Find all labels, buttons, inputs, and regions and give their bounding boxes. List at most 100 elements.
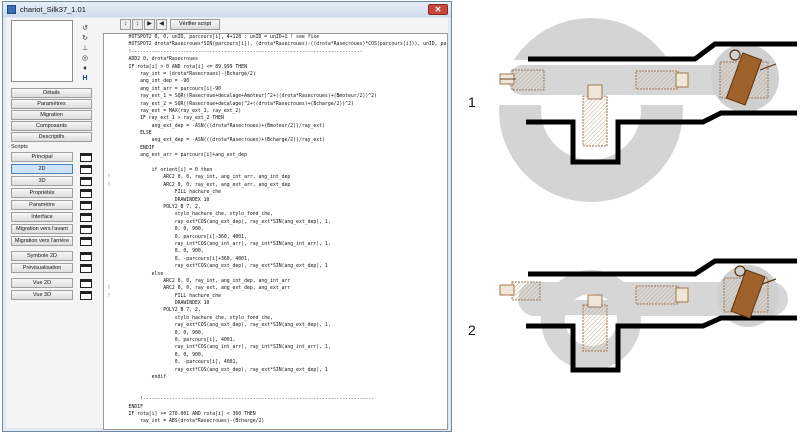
code-line[interactable]: ELSE [117,130,447,137]
code-line[interactable]: IF rota[i] >= 270.001 AND rota[i] < 360 … [117,411,447,418]
editor-window-icon[interactable] [80,225,92,234]
code-line[interactable]: IF ray_ext_1 > ray_ext_2 THEN [117,115,447,122]
editor-window-icon[interactable] [80,201,92,210]
code-editor[interactable]: ! ! ! ! HOTSPOT2 0, 0, unID, parcours[i]… [103,33,448,430]
code-line[interactable]: ray_int = ABS(drota*Rasecroues)-(Bcharge… [117,418,447,425]
code-line[interactable]: ang_ext_arr = parcours[i]+ang_ext_dep [117,152,447,159]
script-row-forward-migration[interactable]: Migration vers l'avant [11,224,92,235]
code-line[interactable]: ENDIF [117,145,447,152]
code-line[interactable]: 0, parcours[i], 4001, [117,337,447,344]
rotate-right-icon[interactable]: ↻ [79,34,91,44]
verify-script-button[interactable]: Vérifier script [170,19,220,30]
code-line[interactable]: 0, -parcours[i]+360, 4001, [117,256,447,263]
code-line[interactable]: ARC2 0, 0, ray_ext, ang_ext_dep, ang_ext… [117,285,447,292]
code-line[interactable]: FILL hachure_che [117,293,447,300]
code-line[interactable]: ADD2 0, drota*Rasecroues [117,56,447,63]
script-forward-migration-button[interactable]: Migration vers l'avant [11,224,73,234]
code-line[interactable]: ray_int*COS(ang_int_arr), ray_int*SIN(an… [117,241,447,248]
script-row-interface[interactable]: Interface [11,212,92,223]
3d-view-icon[interactable]: ◎ [79,54,91,64]
expand-icon[interactable]: ↕ [120,19,131,30]
script-3d-button[interactable]: 3D [11,176,73,186]
code-line[interactable]: 0, 0, 900, [117,352,447,359]
outdent-icon[interactable]: ◀ [156,19,167,30]
view-2d-button[interactable]: Vue 2D [11,278,73,288]
code-line[interactable] [117,381,447,388]
script-row-2d-symbol[interactable]: Symbole 2D [11,251,92,262]
indent-icon[interactable]: ▶ [144,19,155,30]
parameters-button[interactable]: Paramètres [11,99,92,109]
script-row-view-2d[interactable]: Vue 2D [11,278,92,289]
code-lines[interactable]: HOTSPOT2 0, 0, unID, parcours[i], 4+128 … [117,34,447,426]
code-line[interactable]: stylo_hachure_che, stylo_fond_che, [117,315,447,322]
editor-window-icon[interactable] [80,189,92,198]
descriptors-button[interactable]: Descriptifs [11,132,92,142]
code-line[interactable]: ARC2 0, 0, ray_int, ang_int_arr, ang_int… [117,174,447,181]
code-line[interactable] [117,160,447,167]
code-line[interactable]: ang_ext_dep = -ASN(((drota*Rasecroues)+(… [117,137,447,144]
editor-window-icon[interactable] [80,165,92,174]
script-row-backward-migration[interactable]: Migration vers l'arrière [11,236,92,247]
code-line[interactable]: ang_int_arr = parcours[i]-90 [117,86,447,93]
components-button[interactable]: Composants [11,121,92,131]
editor-window-icon[interactable] [80,291,92,300]
script-row-principal[interactable]: Principal [11,152,92,163]
code-line[interactable]: ray_ext*COS(ang_ext_dep), ray_ext*SIN(an… [117,219,447,226]
code-line[interactable]: HOTSPOT2 drota*Rasecroues*SIN(parcours[i… [117,41,447,48]
script-row-view-3d[interactable]: Vue 3D [11,290,92,301]
code-line[interactable]: ARC2 0, 0, ray_int, ang_int_dep, ang_int… [117,278,447,285]
code-line[interactable]: ray_ext = MAX(ray_ext_1, ray_ext_2) [117,108,447,115]
code-line[interactable]: ray_int*COS(ang_int_arr), ray_int*SIN(an… [117,344,447,351]
code-line[interactable]: endif [117,374,447,381]
code-line[interactable] [117,389,447,396]
code-line[interactable]: 0, parcours[i]-360, 4001, [117,234,447,241]
code-line[interactable]: POLY2_B 7, 2, [117,307,447,314]
code-line[interactable]: HOTSPOT2 0, 0, unID, parcours[i], 4+128 … [117,34,447,41]
script-principal-button[interactable]: Principal [11,152,73,162]
editor-window-icon[interactable] [80,252,92,261]
script-backward-migration-button[interactable]: Migration vers l'arrière [11,236,73,246]
code-line[interactable]: if orient[i] = 0 then [117,167,447,174]
script-row-3d[interactable]: 3D [11,176,92,187]
script-interface-button[interactable]: Interface [11,212,73,222]
symbol-2d-button[interactable]: Symbole 2D [11,251,73,261]
close-button[interactable]: ✕ [428,4,448,15]
code-line[interactable]: ray_ext_1 = SQR((Rasecroue+decalage+Amot… [117,93,447,100]
editor-window-icon[interactable] [80,279,92,288]
floor-plan-icon[interactable]: ⊥ [79,44,91,54]
editor-window-icon[interactable] [80,264,92,273]
preview-button[interactable]: Prévisualisation [11,263,73,273]
hotspot-icon[interactable]: ♦ [79,64,91,74]
code-line[interactable]: ray_int = (drota*Rasecroues)-(Bcharge/2) [117,71,447,78]
editor-window-icon[interactable] [80,213,92,222]
code-line[interactable]: ENDIF [117,404,447,411]
editor-window-icon[interactable] [80,153,92,162]
code-line[interactable]: ray_ext_2 = SQR((Rasecroue+decalage)^2+(… [117,101,447,108]
code-line[interactable]: !---------------------------------------… [117,396,447,403]
code-line[interactable]: ang_int_dep = -90 [117,78,447,85]
rotate-left-icon[interactable]: ↺ [79,24,91,34]
script-properties-button[interactable]: Propriétés [11,188,73,198]
code-line[interactable]: 0, 0, 900, [117,226,447,233]
details-button[interactable]: Détails [11,88,92,98]
code-line[interactable]: !---------------------------------------… [117,49,447,56]
view-3d-button[interactable]: Vue 3D [11,290,73,300]
code-line[interactable]: 0, 0, 900, [117,248,447,255]
migration-button[interactable]: Migration [11,110,92,120]
code-line[interactable]: 0, 0, 900, [117,330,447,337]
hide-panel-icon[interactable]: H [79,74,91,84]
code-line[interactable]: ray_ext*COS(ang_ext_dep), ray_ext*SIN(an… [117,367,447,374]
code-line[interactable]: 0, -parcours[i], 4001, [117,359,447,366]
code-line[interactable]: IF rota[i] > 0 AND rota[i] <= 89.999 THE… [117,64,447,71]
code-line[interactable]: stylo_hachure_che, stylo_fond_che, [117,211,447,218]
code-line[interactable]: ang_ext_dep = -ASN(((drota*Rasecroues)+(… [117,123,447,130]
collapse-icon[interactable]: ↕ [132,19,143,30]
code-line[interactable]: FILL hachure_che [117,189,447,196]
editor-window-icon[interactable] [80,177,92,186]
script-row-parameter[interactable]: Paramètre [11,200,92,211]
editor-window-icon[interactable] [80,237,92,246]
script-2d-button[interactable]: 2D [11,164,73,174]
code-line[interactable]: ARC2 0, 0, ray_ext, ang_ext_arr, ang_ext… [117,182,447,189]
code-line[interactable]: else [117,271,447,278]
script-row-2d[interactable]: 2D [11,164,92,175]
